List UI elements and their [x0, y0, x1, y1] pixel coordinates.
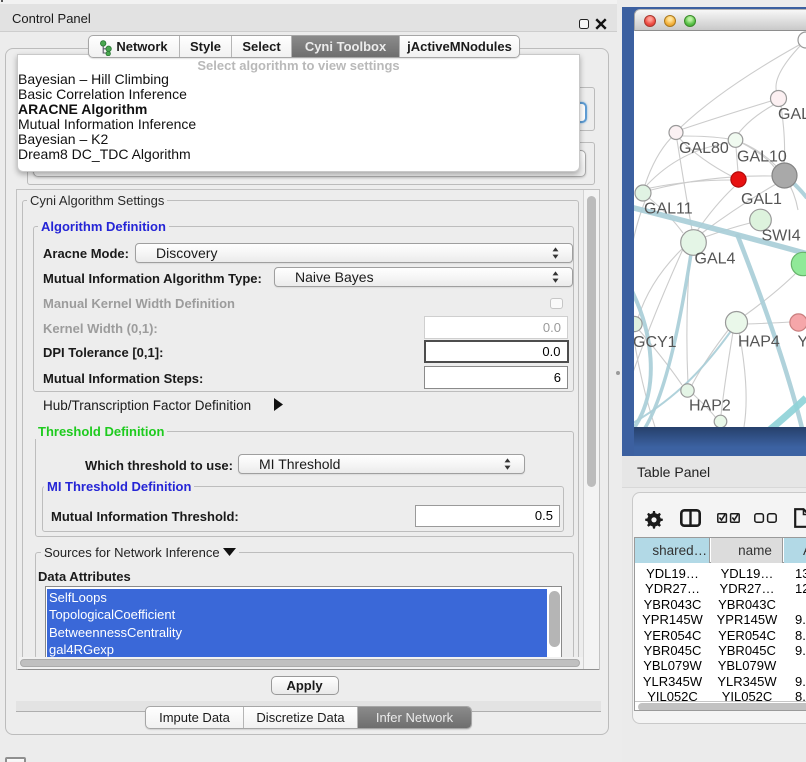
svg-text:GAL4: GAL4	[695, 251, 736, 268]
svg-text:GCY1: GCY1	[634, 334, 677, 351]
svg-text:SWI4: SWI4	[762, 228, 801, 245]
svg-text:GAL11: GAL11	[644, 201, 693, 218]
svg-text:HAP2: HAP2	[689, 398, 731, 415]
svg-text:GAL1: GAL1	[741, 191, 782, 208]
svg-text:GAL80: GAL80	[778, 106, 806, 123]
svg-text:YJ: YJ	[798, 334, 806, 351]
svg-text:GAL10: GAL10	[737, 149, 787, 166]
svg-text:HAP4: HAP4	[738, 334, 780, 351]
svg-text:GAL80: GAL80	[679, 140, 729, 157]
